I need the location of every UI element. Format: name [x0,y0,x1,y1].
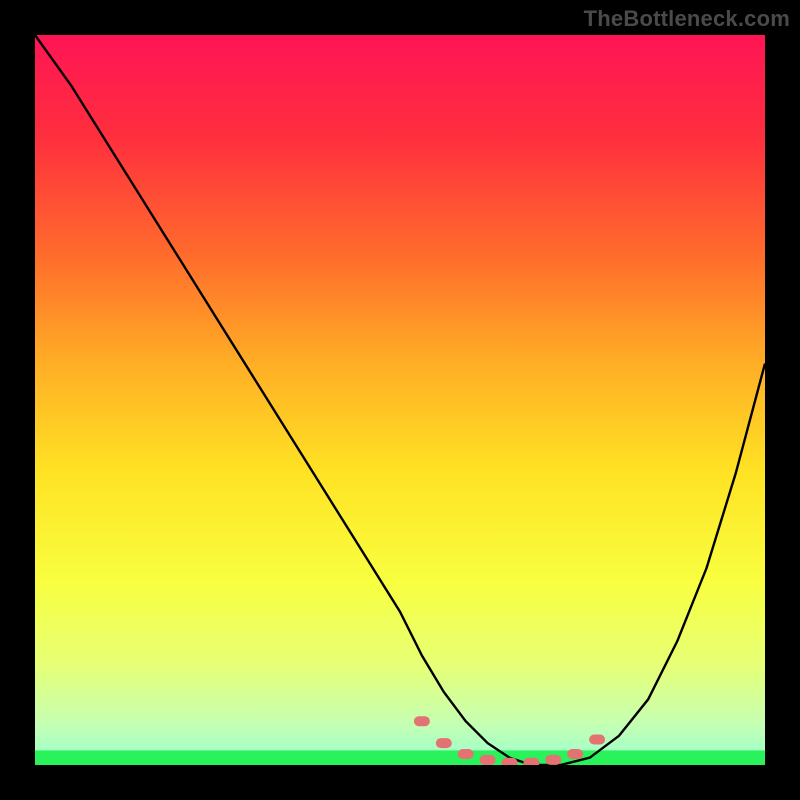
bottleneck-chart [35,35,765,765]
marker-dot [567,749,583,759]
marker-dot [436,738,452,748]
plot-area [35,35,765,765]
marker-dot [589,735,605,745]
chart-frame: TheBottleneck.com [0,0,800,800]
marker-dot [545,755,561,765]
marker-dot [458,749,474,759]
marker-dot [414,716,430,726]
marker-dot [480,755,496,765]
marker-dot [502,758,518,765]
watermark-text: TheBottleneck.com [584,6,790,32]
marker-dot [523,758,539,765]
gradient-background [35,35,765,765]
optimal-band [35,750,765,765]
